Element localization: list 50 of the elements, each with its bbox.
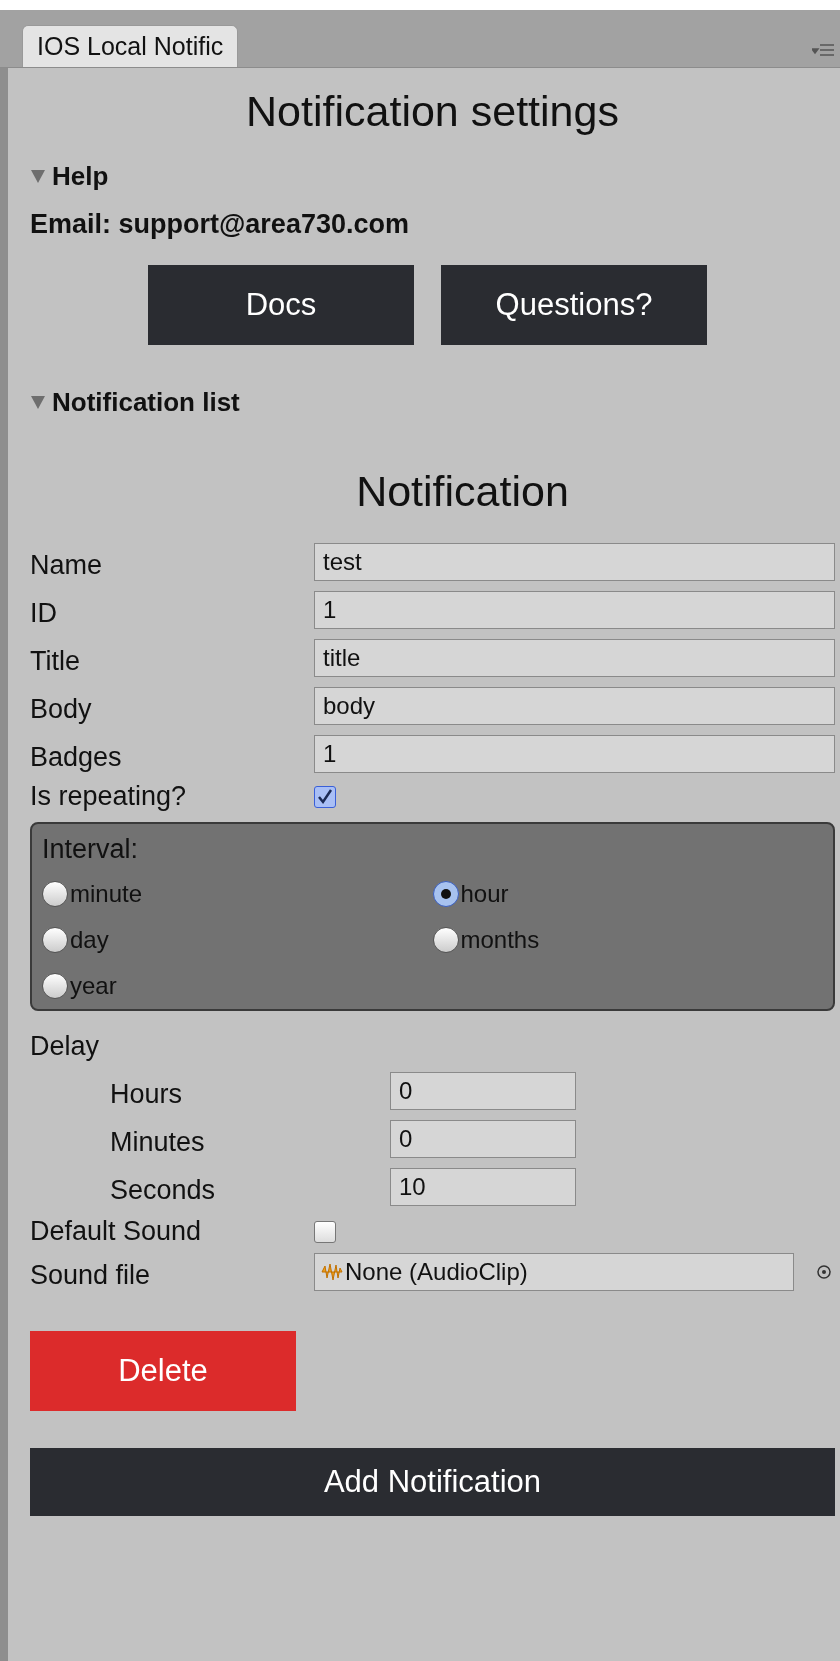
radio-option[interactable]: year: [42, 973, 117, 999]
field-label: Title: [30, 644, 81, 675]
radio-option[interactable]: minute: [42, 881, 143, 907]
field-label: Sound file: [30, 1258, 152, 1289]
number-field[interactable]: 0: [390, 1072, 576, 1110]
help-button[interactable]: Docs: [148, 265, 414, 345]
delay-label: Delay: [30, 1033, 101, 1060]
number-field[interactable]: 0: [390, 1120, 576, 1158]
menu-icon[interactable]: [812, 43, 834, 57]
help-foldout[interactable]: Help: [30, 163, 109, 189]
field-label: Default Sound: [30, 1218, 203, 1245]
radio-option[interactable]: hour: [432, 881, 509, 907]
section-heading: Notification: [355, 470, 570, 513]
text-field[interactable]: test: [314, 543, 835, 581]
field-label: Seconds: [109, 1173, 217, 1204]
text-field[interactable]: 1: [314, 591, 835, 629]
text-field[interactable]: 1: [314, 735, 835, 773]
expanded-triangle-icon[interactable]: [30, 168, 46, 184]
radio-option[interactable]: day: [42, 927, 109, 953]
radio-icon: [42, 881, 68, 907]
delete-button[interactable]: Delete: [30, 1331, 296, 1411]
field-label: Body: [30, 692, 93, 723]
field-label: Badges: [30, 740, 123, 771]
number-field[interactable]: 10: [390, 1168, 576, 1206]
checkbox[interactable]: [314, 1220, 336, 1243]
panel-title: Notification settings: [245, 90, 620, 133]
window-tab[interactable]: IOS Local Notific: [22, 25, 239, 67]
expanded-triangle-icon[interactable]: [30, 394, 46, 410]
checkbox[interactable]: [314, 785, 336, 808]
radio-icon: [42, 927, 68, 953]
radio-icon: [432, 927, 459, 953]
field-label: Name: [30, 548, 104, 579]
radio-option[interactable]: months: [432, 927, 540, 953]
interval-label: Interval:: [42, 836, 140, 863]
field-label: Minutes: [109, 1125, 206, 1156]
text-field[interactable]: body: [314, 687, 835, 725]
object-field[interactable]: None (AudioClip): [314, 1253, 794, 1291]
text-field[interactable]: title: [314, 639, 835, 677]
checkmark-icon: [317, 788, 333, 805]
object-picker-icon[interactable]: [816, 1264, 832, 1280]
radio-selected-icon: [432, 881, 459, 907]
email-text: Email: support@area730.com: [30, 211, 410, 238]
help-button[interactable]: Questions?: [441, 265, 707, 345]
add-notification-button[interactable]: Add Notification: [30, 1448, 835, 1516]
radio-icon: [42, 973, 68, 999]
notification-list-foldout[interactable]: Notification list: [30, 389, 240, 415]
field-label: ID: [30, 596, 58, 627]
field-label: Is repeating?: [30, 783, 188, 810]
field-label: Hours: [109, 1077, 184, 1108]
audio-clip-icon: [321, 1262, 343, 1282]
